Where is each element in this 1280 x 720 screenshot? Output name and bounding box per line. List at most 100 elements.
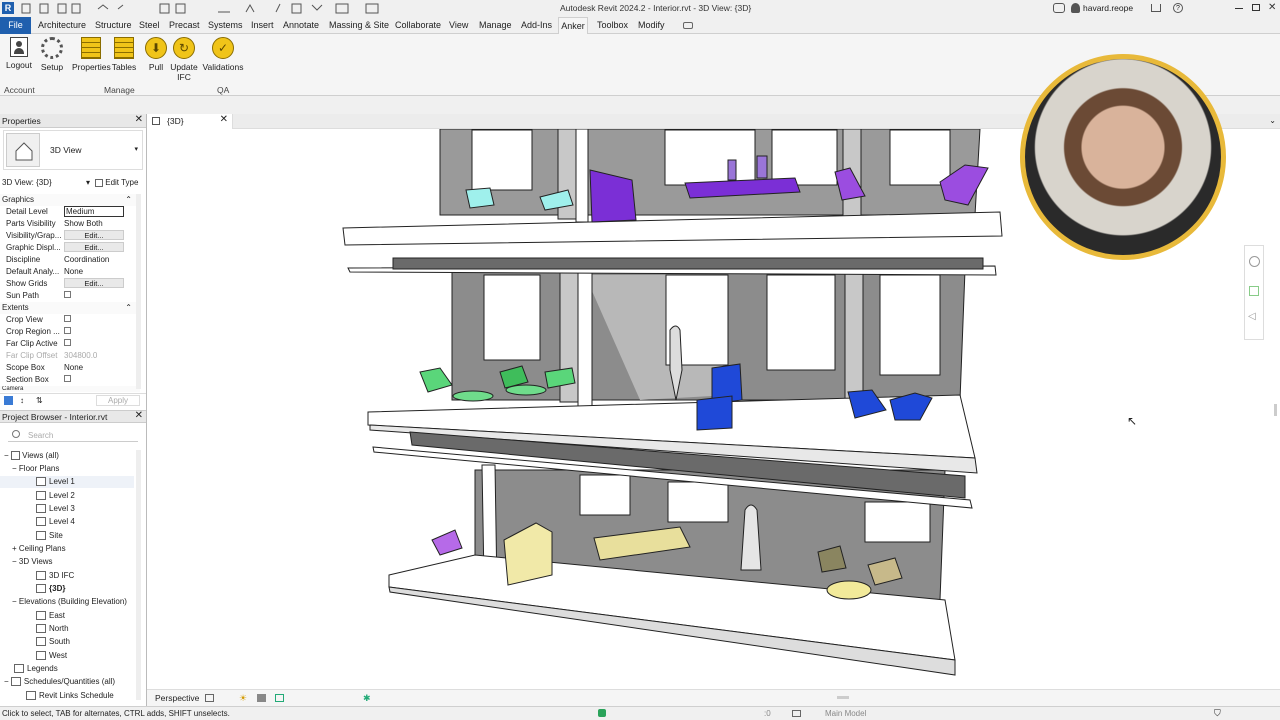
sun-path-checkbox[interactable] (64, 291, 71, 298)
tab-add-ins[interactable]: Add-Ins (521, 20, 552, 30)
properties-scrollbar[interactable] (136, 194, 141, 389)
tree-level-4[interactable]: Level 4 (36, 516, 75, 528)
setup-button[interactable]: Setup (33, 37, 71, 72)
selection-filter-icon[interactable]: ⛉ (1214, 708, 1221, 719)
far-clip-checkbox[interactable] (64, 339, 71, 346)
tree-schedules[interactable]: − Schedules/Quantities (all) (4, 676, 115, 688)
tree-north[interactable]: North (36, 623, 69, 635)
tab-collaborate[interactable]: Collaborate (395, 20, 441, 30)
prop-value[interactable]: None (64, 266, 124, 278)
tab-architecture[interactable]: Architecture (38, 20, 86, 30)
tab-annotate[interactable]: Annotate (283, 20, 319, 30)
tree-level-3[interactable]: Level 3 (36, 503, 75, 515)
shadows-icon[interactable] (257, 694, 266, 702)
workset-icon[interactable] (598, 709, 606, 717)
tab-manage[interactable]: Manage (479, 20, 512, 30)
tree-ceiling-plans[interactable]: + Ceiling Plans (12, 543, 66, 555)
edit-button[interactable]: Edit... (64, 242, 124, 252)
sort-az-icon[interactable]: ↕ (20, 396, 24, 405)
browser-search[interactable]: Search (8, 429, 138, 442)
tree-level-1[interactable]: Level 1 (0, 476, 134, 488)
categorize-icon[interactable] (4, 396, 13, 405)
prop-value[interactable]: Coordination (64, 254, 124, 266)
help-icon[interactable]: ? (1173, 3, 1183, 13)
design-options-icon[interactable] (792, 710, 801, 717)
3d-viewport[interactable]: {3D} ✕ ⌄ ◁ Perspective ☀ ✱ ↖ (147, 54, 1280, 706)
hide-icon[interactable]: ✱ (363, 693, 371, 704)
prop-value[interactable]: None (64, 362, 124, 374)
section-graphics[interactable]: Graphics ⌃ (0, 194, 140, 206)
ribbon-options-icon[interactable] (683, 22, 693, 29)
tree-3d-ifc[interactable]: 3D IFC (36, 570, 74, 582)
tree-3d-default[interactable]: {3D} (36, 583, 65, 595)
user-icon[interactable] (1071, 3, 1080, 13)
crop-region-checkbox[interactable] (64, 327, 71, 334)
type-selector[interactable]: 3D View ▾ (3, 130, 143, 170)
tab-modify[interactable]: Modify (638, 20, 665, 30)
tab-menu-icon[interactable]: ⌄ (1269, 116, 1276, 125)
steering-wheel-icon[interactable] (1249, 256, 1260, 267)
detail-level-input[interactable]: Medium (64, 206, 124, 217)
tree-elevations[interactable]: − Elevations (Building Elevation) (12, 596, 127, 608)
edit-type-button[interactable]: Edit Type (95, 176, 143, 189)
validations-button[interactable]: ✓ Validations (202, 37, 244, 72)
perspective-label[interactable]: Perspective (155, 693, 199, 703)
tree-views-all[interactable]: − Views (all) (4, 450, 59, 462)
search-input[interactable]: Search (28, 431, 53, 440)
tab-precast[interactable]: Precast (169, 20, 200, 30)
tree-east[interactable]: East (36, 610, 65, 622)
edit-button[interactable]: Edit... (64, 230, 124, 240)
ribbon-tab-bar: File Architecture Structure Steel Precas… (0, 17, 1280, 35)
close-browser-icon[interactable]: ✕ (135, 410, 143, 421)
view-instance-selector[interactable]: 3D View: {3D} ▾ (2, 176, 90, 189)
tab-steel[interactable]: Steel (139, 20, 160, 30)
revit-logo-icon[interactable]: R (2, 2, 14, 14)
tree-floor-plans[interactable]: − Floor Plans (12, 463, 59, 475)
prop-value[interactable]: Show Both (64, 218, 124, 230)
tree-level-2[interactable]: Level 2 (36, 490, 75, 502)
tree-revit-links-schedule[interactable]: Revit Links Schedule (26, 690, 114, 702)
minimize-button[interactable] (1235, 8, 1243, 9)
edit-button[interactable]: Edit... (64, 278, 124, 288)
section-box-checkbox[interactable] (64, 375, 71, 382)
visual-style-icon[interactable] (205, 694, 214, 702)
view-tab-label: {3D} (167, 116, 184, 126)
active-model[interactable]: Main Model (825, 709, 866, 718)
apply-button[interactable]: Apply (96, 395, 140, 406)
maximize-button[interactable] (1252, 4, 1260, 11)
sun-icon[interactable]: ☀ (239, 693, 247, 704)
section-camera[interactable]: Camera (0, 386, 140, 392)
crop-icon[interactable] (275, 694, 284, 702)
section-extents[interactable]: Extents ⌃ (0, 302, 140, 314)
tree-3d-views[interactable]: − 3D Views (12, 556, 53, 568)
sort-filter-icon[interactable]: ⇅ (36, 396, 43, 405)
username[interactable]: havard.reope (1083, 3, 1133, 13)
quick-access-toolbar[interactable] (20, 3, 400, 14)
tree-south[interactable]: South (36, 636, 70, 648)
cart-icon[interactable] (1151, 4, 1161, 12)
binoculars-icon[interactable] (1053, 3, 1065, 13)
update-ifc-button[interactable]: ↻ Update IFC (165, 37, 203, 82)
pan-icon[interactable]: ◁ (1248, 311, 1256, 322)
tab-toolbox[interactable]: Toolbox (597, 20, 628, 30)
tab-file[interactable]: File (0, 17, 31, 34)
crop-view-checkbox[interactable] (64, 315, 71, 322)
close-button[interactable]: ✕ (1268, 2, 1276, 13)
browser-scrollbar[interactable] (136, 450, 141, 700)
tab-view[interactable]: View (449, 20, 468, 30)
tab-anker[interactable]: Anker (558, 17, 588, 35)
tree-legends[interactable]: Legends (14, 663, 58, 675)
view-tab[interactable]: {3D} ✕ (147, 114, 233, 129)
horizontal-scrollbar[interactable] (837, 696, 849, 699)
vertical-scrollbar[interactable] (1274, 404, 1277, 416)
close-tab-icon[interactable]: ✕ (220, 114, 228, 125)
tab-structure[interactable]: Structure (95, 20, 132, 30)
close-properties-icon[interactable]: ✕ (135, 114, 143, 125)
navigation-bar[interactable]: ◁ (1244, 245, 1264, 340)
tree-west[interactable]: West (36, 650, 67, 662)
tab-systems[interactable]: Systems (208, 20, 243, 30)
tab-insert[interactable]: Insert (251, 20, 274, 30)
zoom-icon[interactable] (1249, 286, 1259, 296)
tab-massing-site[interactable]: Massing & Site (329, 20, 389, 30)
tree-site[interactable]: Site (36, 530, 63, 542)
